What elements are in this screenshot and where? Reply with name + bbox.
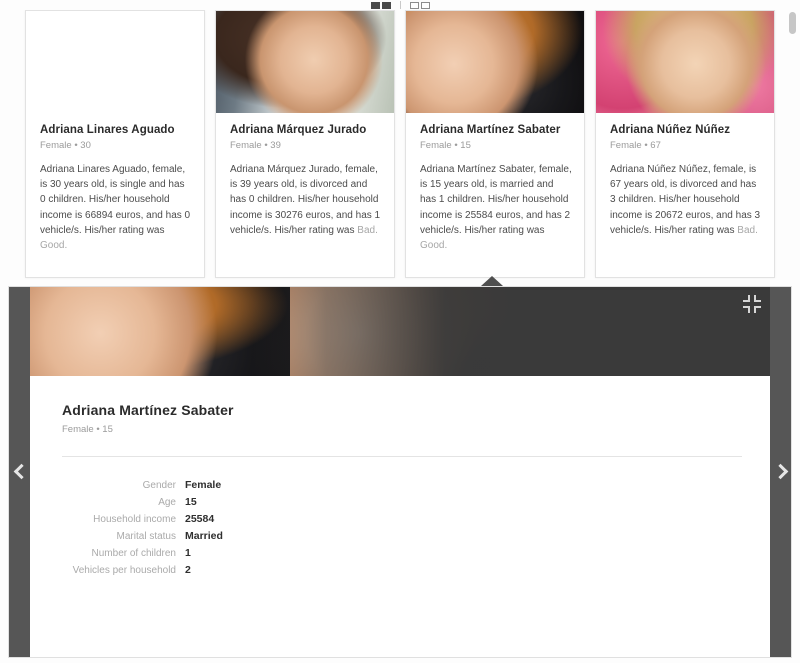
person-card[interactable]: Adriana Linares Aguado Female • 30 Adriana…: [25, 10, 205, 278]
detail-field-label: Vehicles per household: [72, 565, 176, 576]
person-card-rating: Bad.: [357, 224, 378, 236]
person-card-list[interactable]: Adriana Linares Aguado Female • 30 Adriana…: [0, 10, 786, 282]
person-browser-app: Adriana Linares Aguado Female • 30 Adriana…: [0, 0, 800, 663]
grid-view-icon-left: [370, 1, 380, 9]
collapse-icon[interactable]: [743, 295, 761, 313]
person-card-name: Adriana Linares Aguado: [40, 124, 175, 136]
person-photo: [26, 11, 204, 113]
detail-field-label: Gender: [142, 480, 176, 491]
person-card-body: Adriana Linares Aguado Female • 30 Adriana…: [26, 113, 204, 261]
detail-field-value: 2: [185, 564, 191, 576]
detail-field-label: Marital status: [116, 531, 176, 542]
person-card-body: Adriana Martínez Sabater Female • 15 Adria…: [406, 113, 584, 261]
collapse-corner-bl: [743, 306, 750, 313]
person-card-body: Adriana Núñez Núñez Female • 67 Adriana Nú…: [596, 113, 774, 246]
detail-field-value: Female: [185, 479, 222, 491]
detail-field-row: Age 15: [30, 496, 770, 508]
detail-banner: [30, 287, 770, 376]
person-photo: [216, 11, 394, 113]
person-card-description: Adriana Martínez Sabater, female, is 15 …: [420, 162, 572, 253]
detail-field-label: Age: [158, 497, 176, 508]
detail-divider: [62, 456, 742, 457]
person-card-rating: Bad.: [737, 224, 758, 236]
detail-person-name: Adriana Martínez Sabater: [62, 402, 234, 418]
vertical-scrollbar[interactable]: [788, 12, 797, 280]
person-card-description-text: Adriana Martínez Sabater, female, is 15 …: [420, 164, 572, 236]
detail-person-subtitle: Female • 15: [62, 424, 113, 435]
detail-field-value: 15: [185, 496, 197, 508]
person-card-name: Adriana Márquez Jurado: [230, 124, 367, 136]
person-card-description-text: Adriana Linares Aguado, female, is 30 ye…: [40, 164, 191, 236]
detail-field-label: Number of children: [91, 548, 176, 559]
person-card[interactable]: Adriana Márquez Jurado Female • 39 Adriana…: [215, 10, 395, 278]
person-detail-panel: Adriana Martínez Sabater Female • 15 Gen…: [8, 286, 792, 658]
detail-field-row: Vehicles per household 2: [30, 564, 770, 576]
person-card-subtitle: Female • 30: [40, 140, 91, 151]
detail-field-row: Gender Female: [30, 479, 770, 491]
person-card-name: Adriana Núñez Núñez: [610, 124, 731, 136]
grid-view-icon-right: [381, 1, 391, 9]
person-card-subtitle: Female • 67: [610, 140, 661, 151]
grid-view-button[interactable]: [370, 1, 391, 9]
detail-field-label: Household income: [93, 514, 176, 525]
person-card-description: Adriana Núñez Núñez, female, is 67 years…: [610, 162, 762, 238]
detail-field-list: Gender Female Age 15 Household income 25584 Ma…: [30, 479, 770, 576]
person-card-rating: Good.: [420, 240, 448, 252]
detail-field-value: Married: [185, 530, 223, 542]
collapse-corner-tl: [743, 295, 750, 302]
detail-field-row: Marital status Married: [30, 530, 770, 542]
person-card-description: Adriana Linares Aguado, female, is 30 ye…: [40, 162, 192, 253]
next-person-button[interactable]: [770, 287, 791, 657]
detail-field-row: Number of children 1: [30, 547, 770, 559]
person-card[interactable]: Adriana Martínez Sabater Female • 15 Adria…: [405, 10, 585, 278]
detail-field-row: Household income 25584: [30, 513, 770, 525]
list-view-icon-left: [409, 1, 419, 9]
person-card-photo: [406, 11, 584, 113]
person-card-subtitle: Female • 39: [230, 140, 281, 151]
person-card-name: Adriana Martínez Sabater: [420, 124, 561, 136]
collapse-corner-br: [754, 306, 761, 313]
person-card[interactable]: Adriana Núñez Núñez Female • 67 Adriana Nú…: [595, 10, 775, 278]
detail-field-value: 1: [185, 547, 191, 559]
list-view-icon-right: [420, 1, 430, 9]
chevron-right-icon: [775, 463, 786, 481]
person-card-photo: [26, 11, 204, 113]
detail-body: Adriana Martínez Sabater Female • 15 Gen…: [30, 376, 770, 576]
person-card-subtitle: Female • 15: [420, 140, 471, 151]
person-card-photo: [596, 11, 774, 113]
selected-card-pointer: [481, 276, 503, 286]
list-view-button[interactable]: [409, 1, 430, 9]
collapse-corner-tr: [754, 295, 761, 302]
person-card-rating: Good.: [40, 240, 68, 252]
person-card-photo: [216, 11, 394, 113]
detail-content-area: Adriana Martínez Sabater Female • 15 Gen…: [30, 287, 770, 657]
toolbar-divider: [399, 1, 401, 9]
detail-field-value: 25584: [185, 513, 215, 525]
person-photo: [406, 11, 584, 113]
chevron-left-icon: [14, 463, 25, 481]
scrollbar-thumb[interactable]: [789, 12, 796, 34]
previous-person-button[interactable]: [9, 287, 30, 657]
person-card-body: Adriana Márquez Jurado Female • 39 Adriana…: [216, 113, 394, 246]
person-photo: [596, 11, 774, 113]
view-mode-toolbar: [0, 0, 800, 10]
person-card-description: Adriana Márquez Jurado, female, is 39 ye…: [230, 162, 382, 238]
banner-fade-overlay: [30, 287, 770, 376]
